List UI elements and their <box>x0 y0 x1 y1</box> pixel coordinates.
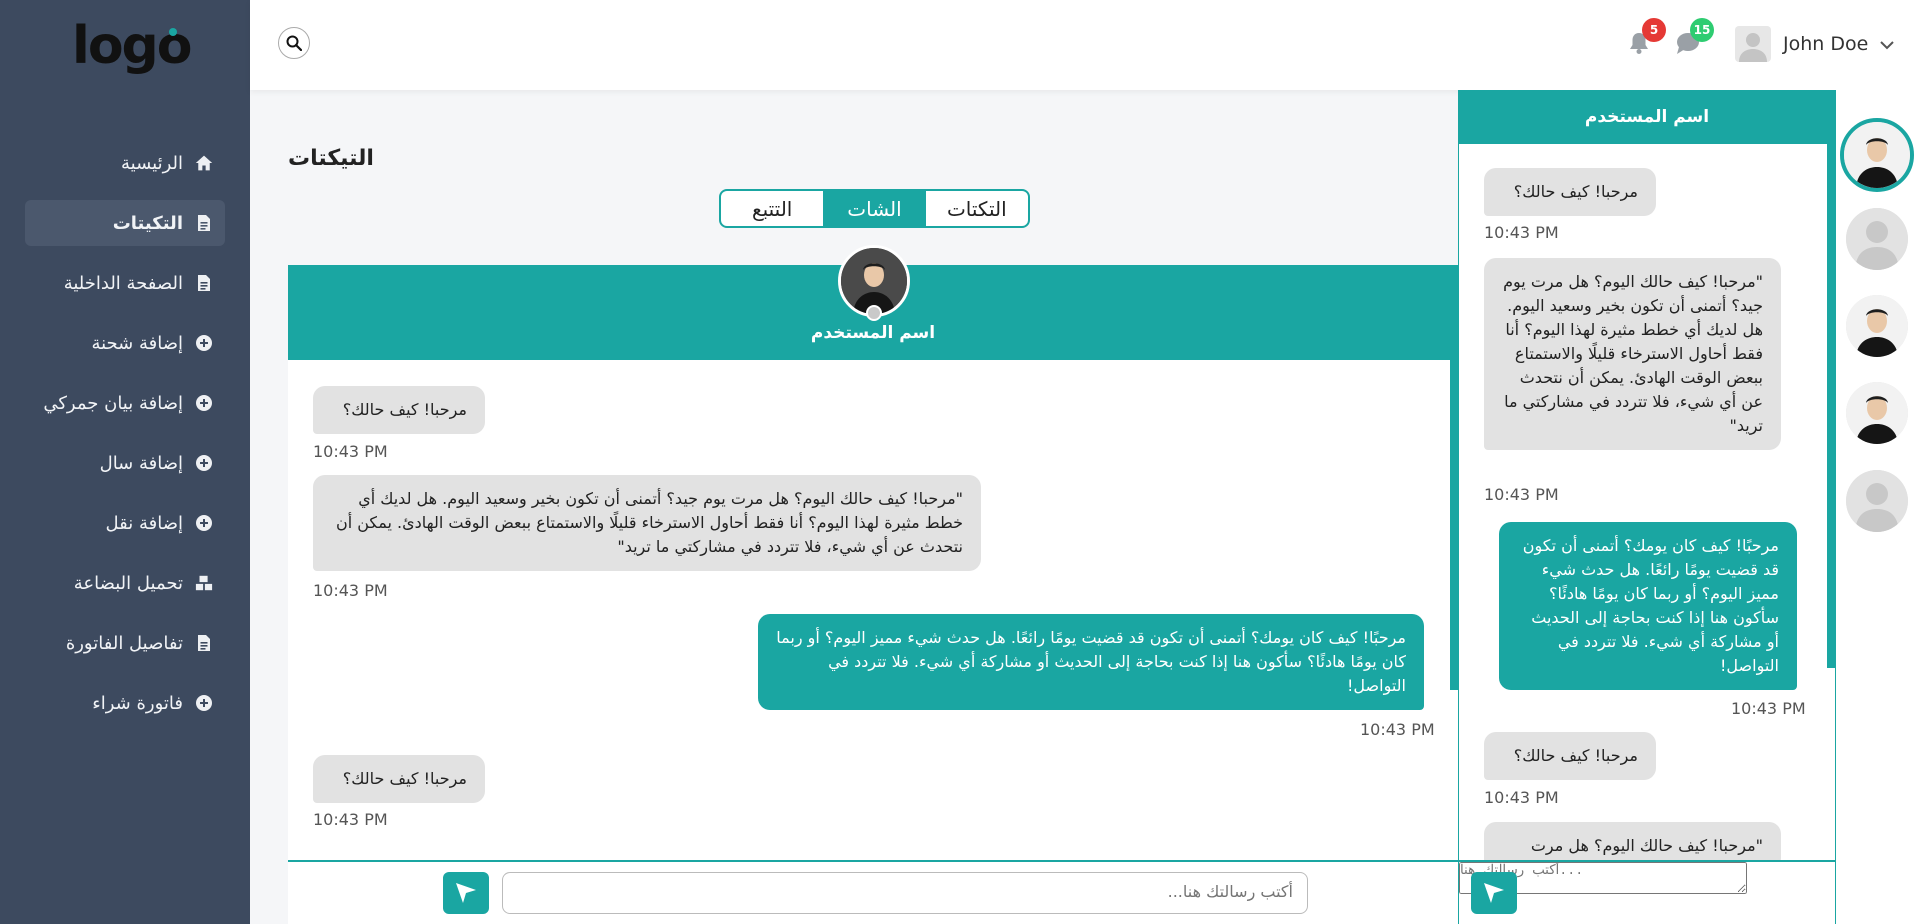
message-time: 10:43 PM <box>313 442 388 461</box>
sidebar-item-add-customs[interactable]: إضافة بيان جمركي <box>25 380 225 426</box>
user-avatar-item[interactable] <box>1846 470 1908 532</box>
message-outgoing: مرحبًا! كيف كان يومك؟ أتمنى أن تكون قد ق… <box>758 614 1424 710</box>
plus-circle-icon <box>195 694 213 712</box>
user-menu[interactable]: John Doe <box>1735 26 1895 62</box>
logo-text: logo <box>72 16 192 76</box>
user-list <box>1836 90 1920 924</box>
send-button[interactable] <box>443 872 489 914</box>
chat-panel: اسم المستخدم مرحبا! كيف حالك؟ 10:43 PM "… <box>288 245 1458 924</box>
side-chat-panel: اسم المستخدم مرحبا! كيف حالك؟ 10:43 PM "… <box>1458 90 1836 924</box>
sidebar: logo الرئيسية التكيتات الصفحة الداخلية إ… <box>0 0 250 924</box>
user-avatar-item[interactable] <box>1846 295 1908 357</box>
side-chat-messages: مرحبا! كيف حالك؟ 10:43 PM "مرحبا! كيف حا… <box>1459 144 1827 924</box>
sidebar-item-purchase-invoice[interactable]: فاتورة شراء <box>25 680 225 726</box>
sidebar-item-label: إضافة نقل <box>105 512 184 534</box>
sidebar-item-load-goods[interactable]: تحميل البضاعة <box>25 560 225 606</box>
home-icon <box>195 154 213 172</box>
message-time: 10:43 PM <box>1484 223 1559 242</box>
message-time: 10:43 PM <box>313 581 388 600</box>
message-incoming: مرحبا! كيف حالك؟ <box>1484 168 1656 216</box>
file-icon <box>195 214 213 232</box>
messages-badge: 15 <box>1690 18 1714 42</box>
sidebar-item-label: إضافة بيان جمركي <box>43 392 183 414</box>
send-icon <box>456 883 476 903</box>
message-composer <box>288 860 1458 924</box>
sidebar-item-label: إضافة سال <box>99 452 183 474</box>
message-incoming: مرحبا! كيف حالك؟ <box>1484 732 1656 780</box>
plus-circle-icon <box>195 514 213 532</box>
notifications-badge: 5 <box>1642 18 1666 42</box>
tabs: التتبع الشات التكتات <box>719 189 1030 228</box>
sidebar-item-label: إضافة شحنة <box>91 332 183 354</box>
sidebar-item-label: تحميل البضاعة <box>73 572 183 594</box>
message-incoming: "مرحبا! كيف حالك اليوم؟ هل مرت يوم جيد؟ … <box>1484 258 1781 450</box>
user-avatar-item[interactable] <box>1846 208 1908 270</box>
user-avatar-item[interactable] <box>1846 382 1908 444</box>
plus-circle-icon <box>195 334 213 352</box>
boxes-icon <box>195 574 213 592</box>
chat-user-name: اسم المستخدم <box>810 323 936 343</box>
user-name: John Doe <box>1783 33 1869 55</box>
sidebar-item-home[interactable]: الرئيسية <box>25 140 225 186</box>
avatar <box>1735 26 1771 62</box>
sidebar-item-inner-page[interactable]: الصفحة الداخلية <box>25 260 225 306</box>
message-time: 10:43 PM <box>1731 699 1806 718</box>
sidebar-nav: الرئيسية التكيتات الصفحة الداخلية إضافة … <box>25 140 225 740</box>
sidebar-item-add-sal[interactable]: إضافة سال <box>25 440 225 486</box>
file-icon <box>195 634 213 652</box>
send-icon <box>1484 883 1504 903</box>
plus-circle-icon <box>195 394 213 412</box>
chat-scrollbar[interactable] <box>1450 360 1458 690</box>
chat-header: اسم المستخدم <box>288 245 1458 360</box>
sidebar-item-add-shipment[interactable]: إضافة شحنة <box>25 320 225 366</box>
tab-tracking[interactable]: التتبع <box>721 191 823 226</box>
tab-tickets[interactable]: التكتات <box>926 191 1028 226</box>
user-avatar-item[interactable] <box>1840 118 1914 192</box>
message-time: 10:43 PM <box>1360 720 1435 739</box>
sidebar-item-label: فاتورة شراء <box>92 692 183 714</box>
message-incoming: "مرحبا! كيف حالك اليوم؟ هل مرت يوم جيد؟ … <box>313 475 981 571</box>
side-send-button[interactable] <box>1471 872 1517 914</box>
tab-chat[interactable]: الشات <box>823 191 926 226</box>
search-button[interactable] <box>278 27 310 59</box>
sidebar-item-label: تفاصيل الفاتورة <box>65 632 183 654</box>
sidebar-item-tickets[interactable]: التكيتات <box>25 200 225 246</box>
sidebar-item-label: الصفحة الداخلية <box>63 272 183 294</box>
message-time: 10:43 PM <box>313 810 388 829</box>
side-chat-header: اسم المستخدم <box>1459 90 1835 144</box>
sidebar-item-label: التكيتات <box>112 212 183 234</box>
topbar: 5 15 John Doe <box>250 0 1920 90</box>
message-incoming: مرحبا! كيف حالك؟ <box>313 755 485 803</box>
message-incoming: مرحبا! كيف حالك؟ <box>313 386 485 434</box>
sidebar-item-invoice-details[interactable]: تفاصيل الفاتورة <box>25 620 225 666</box>
chat-messages: مرحبا! كيف حالك؟ 10:43 PM "مرحبا! كيف حا… <box>288 360 1450 830</box>
message-input[interactable] <box>502 872 1308 914</box>
side-chat-scrollbar[interactable] <box>1827 144 1835 668</box>
status-dot <box>866 305 882 321</box>
logo-dot <box>169 28 177 36</box>
file-icon <box>195 274 213 292</box>
message-time: 10:43 PM <box>1484 788 1559 807</box>
sidebar-item-add-transport[interactable]: إضافة نقل <box>25 500 225 546</box>
logo[interactable]: logo <box>72 18 192 74</box>
sidebar-item-label: الرئيسية <box>121 152 183 174</box>
notifications-button[interactable]: 5 <box>1626 18 1666 58</box>
messages-button[interactable]: 15 <box>1674 18 1714 58</box>
search-icon <box>286 35 302 51</box>
message-outgoing: مرحبًا! كيف كان يومك؟ أتمنى أن تكون قد ق… <box>1499 522 1797 690</box>
page-title: التيكتات <box>288 146 374 171</box>
chevron-down-icon <box>1880 35 1895 54</box>
message-time: 10:43 PM <box>1484 485 1559 504</box>
plus-circle-icon <box>195 454 213 472</box>
side-message-composer <box>1459 860 1835 924</box>
